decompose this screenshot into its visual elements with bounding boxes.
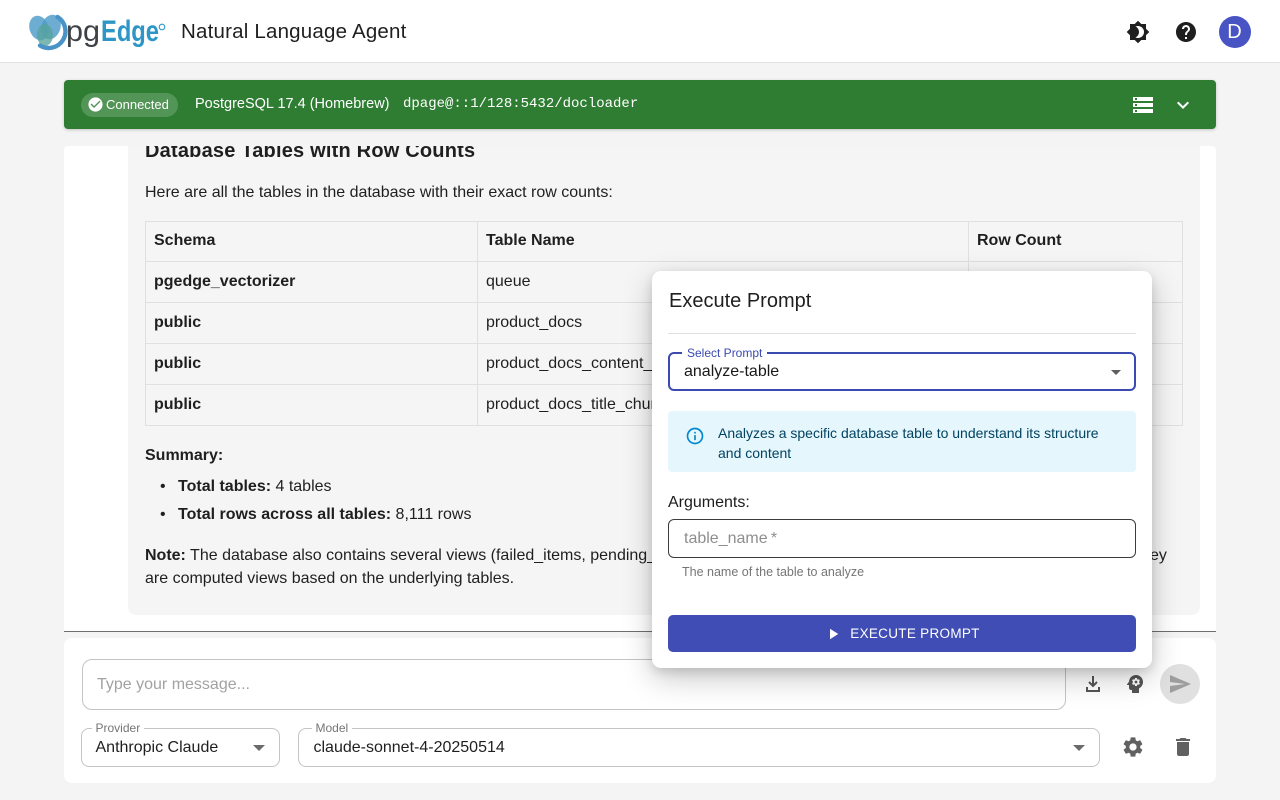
- svg-text:Edge: Edge: [101, 15, 159, 48]
- svg-text:pg: pg: [66, 15, 100, 48]
